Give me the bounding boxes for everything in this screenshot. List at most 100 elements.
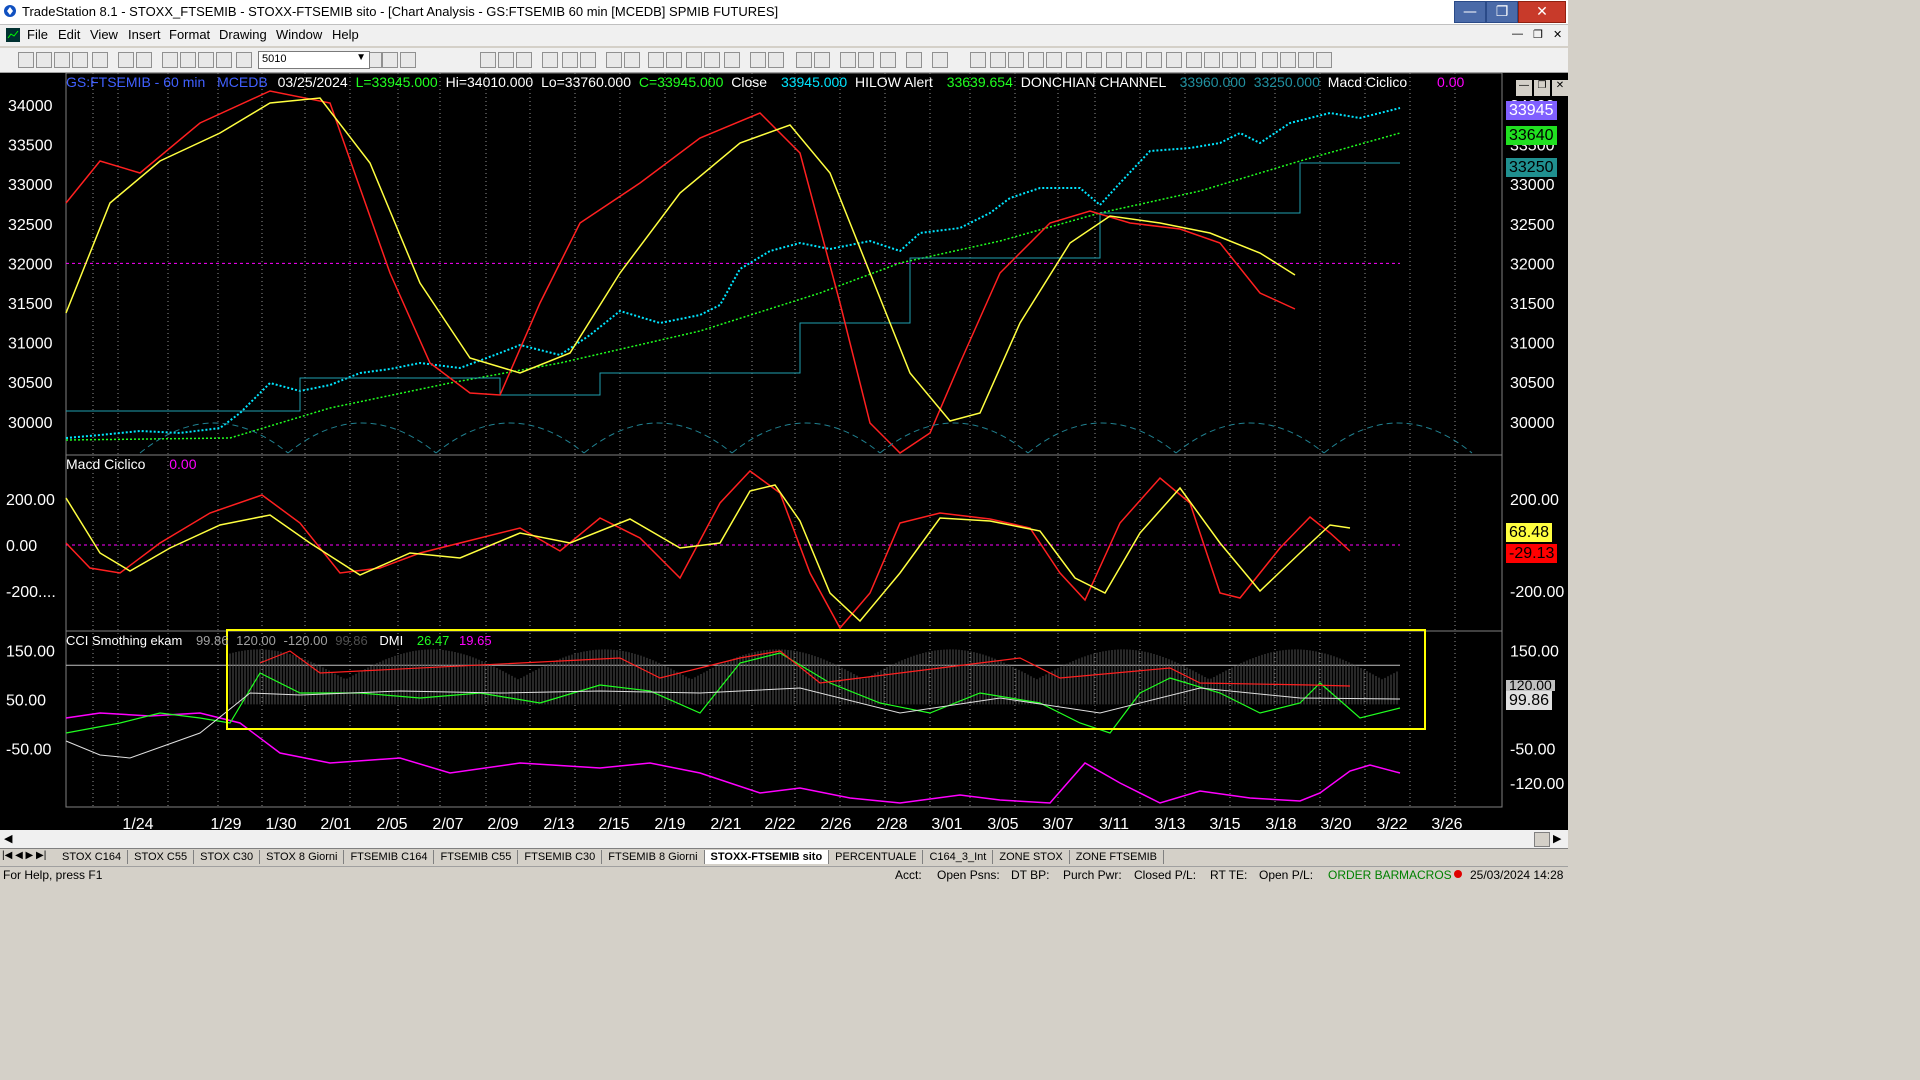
menu-window[interactable]: Window xyxy=(276,27,322,42)
format-icon[interactable] xyxy=(216,52,232,68)
price-axis-label: 31500 xyxy=(8,296,53,313)
fib-icon[interactable] xyxy=(1028,52,1044,68)
candle-icon[interactable] xyxy=(606,52,622,68)
window-2-icon[interactable] xyxy=(180,52,196,68)
trendline-icon[interactable] xyxy=(906,52,922,68)
minimize-button[interactable]: — xyxy=(1454,1,1486,23)
arrow-line-icon[interactable] xyxy=(1046,52,1062,68)
tab-ftsemib-c55[interactable]: FTSEMIB C55 xyxy=(434,850,519,864)
close-button[interactable]: ✕ xyxy=(1518,1,1566,23)
mdi-restore-button[interactable]: ❐ xyxy=(1533,28,1543,41)
list-icon[interactable] xyxy=(480,52,496,68)
horizontal-scrollbar[interactable]: ◀ ▶ xyxy=(0,830,1568,848)
channel-icon[interactable] xyxy=(1008,52,1024,68)
tab-zone-stox[interactable]: ZONE STOX xyxy=(993,850,1070,864)
gann-icon[interactable] xyxy=(1066,52,1082,68)
open-icon[interactable] xyxy=(36,52,52,68)
print-icon[interactable] xyxy=(118,52,134,68)
chevron-down-icon[interactable]: ▼ xyxy=(356,52,366,63)
pen-icon[interactable] xyxy=(1106,52,1122,68)
pointer-icon[interactable] xyxy=(768,52,784,68)
menu-format[interactable]: Format xyxy=(169,27,210,42)
horizontal-icon[interactable] xyxy=(970,52,986,68)
wrench-icon[interactable] xyxy=(840,52,856,68)
vertical-icon[interactable] xyxy=(990,52,1006,68)
subchart-minimize-button[interactable]: — xyxy=(1516,80,1532,96)
insert-indicator-icon[interactable] xyxy=(236,52,252,68)
tab-stox-c30[interactable]: STOX C30 xyxy=(194,850,261,864)
subchart-close-button[interactable]: ✕ xyxy=(1552,80,1568,96)
tab-c164-3-int[interactable]: C164_3_Int xyxy=(923,850,994,864)
print-preview-icon[interactable] xyxy=(136,52,152,68)
data-icon[interactable] xyxy=(580,52,596,68)
menu-edit[interactable]: Edit xyxy=(58,27,80,42)
up-red-arrow-icon[interactable] xyxy=(1126,52,1142,68)
tab-stoxx-ftsemib-sito[interactable]: STOXX-FTSEMIB sito xyxy=(704,850,830,864)
wave-icon[interactable] xyxy=(516,52,532,68)
tab-stox-c164[interactable]: STOX C164 xyxy=(56,850,129,864)
grid-icon[interactable] xyxy=(382,52,398,68)
memo-icon[interactable] xyxy=(880,52,896,68)
move-icon[interactable] xyxy=(704,52,720,68)
tools-icon[interactable] xyxy=(814,52,830,68)
chart-area[interactable]: 3400034000335003350033000330003250032500… xyxy=(0,73,1568,830)
header-last: L=33945.000 xyxy=(355,74,438,90)
cut-icon[interactable] xyxy=(92,52,108,68)
table-icon[interactable] xyxy=(400,52,416,68)
subchart-restore-button[interactable]: ❐ xyxy=(1534,80,1550,96)
bars-icon[interactable] xyxy=(624,52,640,68)
zoom-in-icon[interactable] xyxy=(724,52,740,68)
line-icon[interactable] xyxy=(648,52,664,68)
bar-lines-icon[interactable] xyxy=(932,52,948,68)
menu-insert[interactable]: Insert xyxy=(128,27,161,42)
chart-window-icon[interactable] xyxy=(6,28,20,42)
tab-ftsemib-8-giorni[interactable]: FTSEMIB 8 Giorni xyxy=(602,850,705,864)
ellipse-tool-icon[interactable] xyxy=(1086,52,1102,68)
tab-nav-arrows[interactable]: |◀ ◀ ▶ ▶| xyxy=(2,850,46,861)
graph-icon[interactable] xyxy=(562,52,578,68)
menu-view[interactable]: View xyxy=(90,27,118,42)
rectangle-icon[interactable] xyxy=(1204,52,1220,68)
scroll-right-icon[interactable]: ▶ xyxy=(1553,832,1561,845)
restore-button[interactable]: ❐ xyxy=(1486,1,1518,23)
tab-percentuale[interactable]: PERCENTUALE xyxy=(829,850,924,864)
down-red-arrow-icon[interactable] xyxy=(1146,52,1162,68)
symbol-combobox[interactable]: 5010 ▼ xyxy=(258,51,370,69)
cursor-icon[interactable] xyxy=(686,52,702,68)
tab-ftsemib-c30[interactable]: FTSEMIB C30 xyxy=(518,850,603,864)
circle-icon[interactable] xyxy=(1186,52,1202,68)
zoom-out-icon[interactable] xyxy=(750,52,766,68)
menu-file[interactable]: File xyxy=(27,27,48,42)
mdi-minimize-button[interactable]: — xyxy=(1512,28,1523,40)
chart-type-icon[interactable] xyxy=(542,52,558,68)
status-macros[interactable]: MACROS xyxy=(1399,868,1452,882)
status-order-bar[interactable]: ORDER BAR xyxy=(1328,868,1399,882)
window-icon[interactable] xyxy=(162,52,178,68)
scroll-left-icon[interactable]: ◀ xyxy=(4,832,12,845)
chart-canvas[interactable]: 3400034000335003350033000330003250032500… xyxy=(0,73,1568,830)
drawing-icon[interactable] xyxy=(498,52,514,68)
menu-help[interactable]: Help xyxy=(332,27,359,42)
copy-icon[interactable] xyxy=(72,52,88,68)
tab-ftsemib-c164[interactable]: FTSEMIB C164 xyxy=(344,850,435,864)
more-4-icon[interactable] xyxy=(1298,52,1314,68)
lock-icon[interactable] xyxy=(198,52,214,68)
tool-icon[interactable] xyxy=(1316,52,1332,68)
select-icon[interactable] xyxy=(796,52,812,68)
menu-drawing[interactable]: Drawing xyxy=(219,27,267,42)
new-icon[interactable] xyxy=(18,52,34,68)
tab-stox-8-giorni[interactable]: STOX 8 Giorni xyxy=(260,850,345,864)
status-open-psns: Open Psns: xyxy=(937,868,1000,882)
more-3-icon[interactable] xyxy=(1280,52,1296,68)
panel-icon[interactable] xyxy=(666,52,682,68)
settings-icon[interactable] xyxy=(858,52,874,68)
text-icon[interactable] xyxy=(1222,52,1238,68)
tab-zone-ftsemib[interactable]: ZONE FTSEMIB xyxy=(1070,850,1165,864)
scroll-thumb[interactable] xyxy=(1534,832,1550,847)
mdi-close-button[interactable]: ✕ xyxy=(1553,28,1562,41)
more-1-icon[interactable] xyxy=(1240,52,1256,68)
save-icon[interactable] xyxy=(54,52,70,68)
up-arrow-icon[interactable] xyxy=(1166,52,1182,68)
more-2-icon[interactable] xyxy=(1262,52,1278,68)
tab-stox-c55[interactable]: STOX C55 xyxy=(128,850,195,864)
